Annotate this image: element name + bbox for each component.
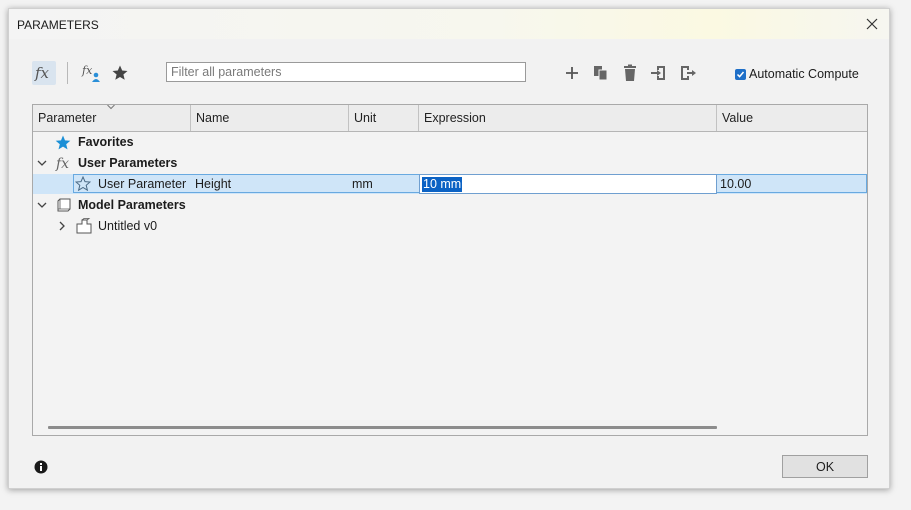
model-icon — [57, 198, 71, 212]
svg-text:fx: fx — [81, 64, 93, 77]
filter-input[interactable] — [166, 62, 526, 82]
close-icon — [866, 18, 878, 30]
check-icon — [736, 71, 745, 78]
chevron-down-icon[interactable] — [37, 158, 47, 168]
user-parameters-label: User Parameters — [78, 156, 178, 170]
close-button[interactable] — [861, 13, 883, 35]
user-parameters-row[interactable]: fx User Parameters — [33, 153, 867, 173]
user-parameter-icon[interactable]: fx — [80, 61, 104, 85]
checkbox-checked[interactable] — [735, 68, 746, 80]
chevron-right-icon[interactable] — [57, 221, 67, 231]
star-outline-icon[interactable] — [75, 176, 91, 191]
favorites-row[interactable]: Favorites — [33, 132, 867, 152]
parameters-table: Parameter Name Unit Expression Value Fav… — [32, 104, 868, 436]
fx-icon[interactable]: fx — [32, 61, 56, 85]
table-row[interactable]: User Parameter Height mm 10 mm 10.00 — [33, 174, 867, 194]
chevron-down-icon[interactable] — [37, 200, 47, 210]
table-header: Parameter Name Unit Expression Value — [33, 105, 867, 132]
add-icon[interactable] — [560, 61, 584, 85]
automatic-compute-label: Automatic Compute — [749, 67, 859, 81]
component-icon — [76, 218, 92, 234]
ok-button[interactable]: OK — [782, 455, 868, 478]
parameter-name[interactable]: Height — [195, 174, 231, 194]
column-header-expression[interactable]: Expression — [419, 105, 717, 131]
import-icon[interactable] — [647, 61, 671, 85]
column-header-unit[interactable]: Unit — [349, 105, 419, 131]
parameter-unit[interactable]: mm — [352, 174, 373, 194]
parameters-dialog: PARAMETERS fx fx Filter all parameters A… — [8, 8, 890, 489]
horizontal-scrollbar[interactable] — [48, 426, 717, 429]
model-component-row[interactable]: Untitled v0 — [33, 216, 867, 236]
model-component-name: Untitled v0 — [98, 219, 158, 233]
favorite-star-icon[interactable] — [108, 61, 132, 85]
parameter-type: User Parameter — [98, 177, 187, 191]
delete-icon[interactable] — [618, 61, 642, 85]
parameter-value: 10.00 — [720, 177, 752, 191]
export-icon[interactable] — [676, 61, 700, 85]
info-icon[interactable] — [34, 460, 48, 474]
favorites-label: Favorites — [78, 135, 134, 149]
column-header-name[interactable]: Name — [191, 105, 349, 131]
model-parameters-label: Model Parameters — [78, 198, 186, 212]
dialog-title: PARAMETERS — [17, 18, 99, 32]
svg-text:fx: fx — [34, 64, 50, 82]
expression-selected-text: 10 mm — [422, 177, 463, 192]
model-parameters-row[interactable]: Model Parameters — [33, 195, 867, 215]
toolbar-divider — [67, 62, 68, 84]
toolbar: fx fx Filter all parameters Automatic Co… — [9, 59, 889, 89]
svg-text:fx: fx — [55, 156, 69, 171]
automatic-compute-checkbox[interactable]: Automatic Compute — [735, 67, 859, 81]
favorite-star-icon — [55, 135, 71, 150]
fx-icon: fx — [55, 156, 69, 171]
copy-icon[interactable] — [589, 61, 613, 85]
column-header-value[interactable]: Value — [717, 105, 867, 131]
expression-input[interactable]: 10 mm — [419, 174, 717, 194]
sort-caret-icon — [107, 105, 115, 110]
title-bar: PARAMETERS — [9, 9, 889, 39]
column-header-parameter[interactable]: Parameter — [33, 105, 191, 131]
